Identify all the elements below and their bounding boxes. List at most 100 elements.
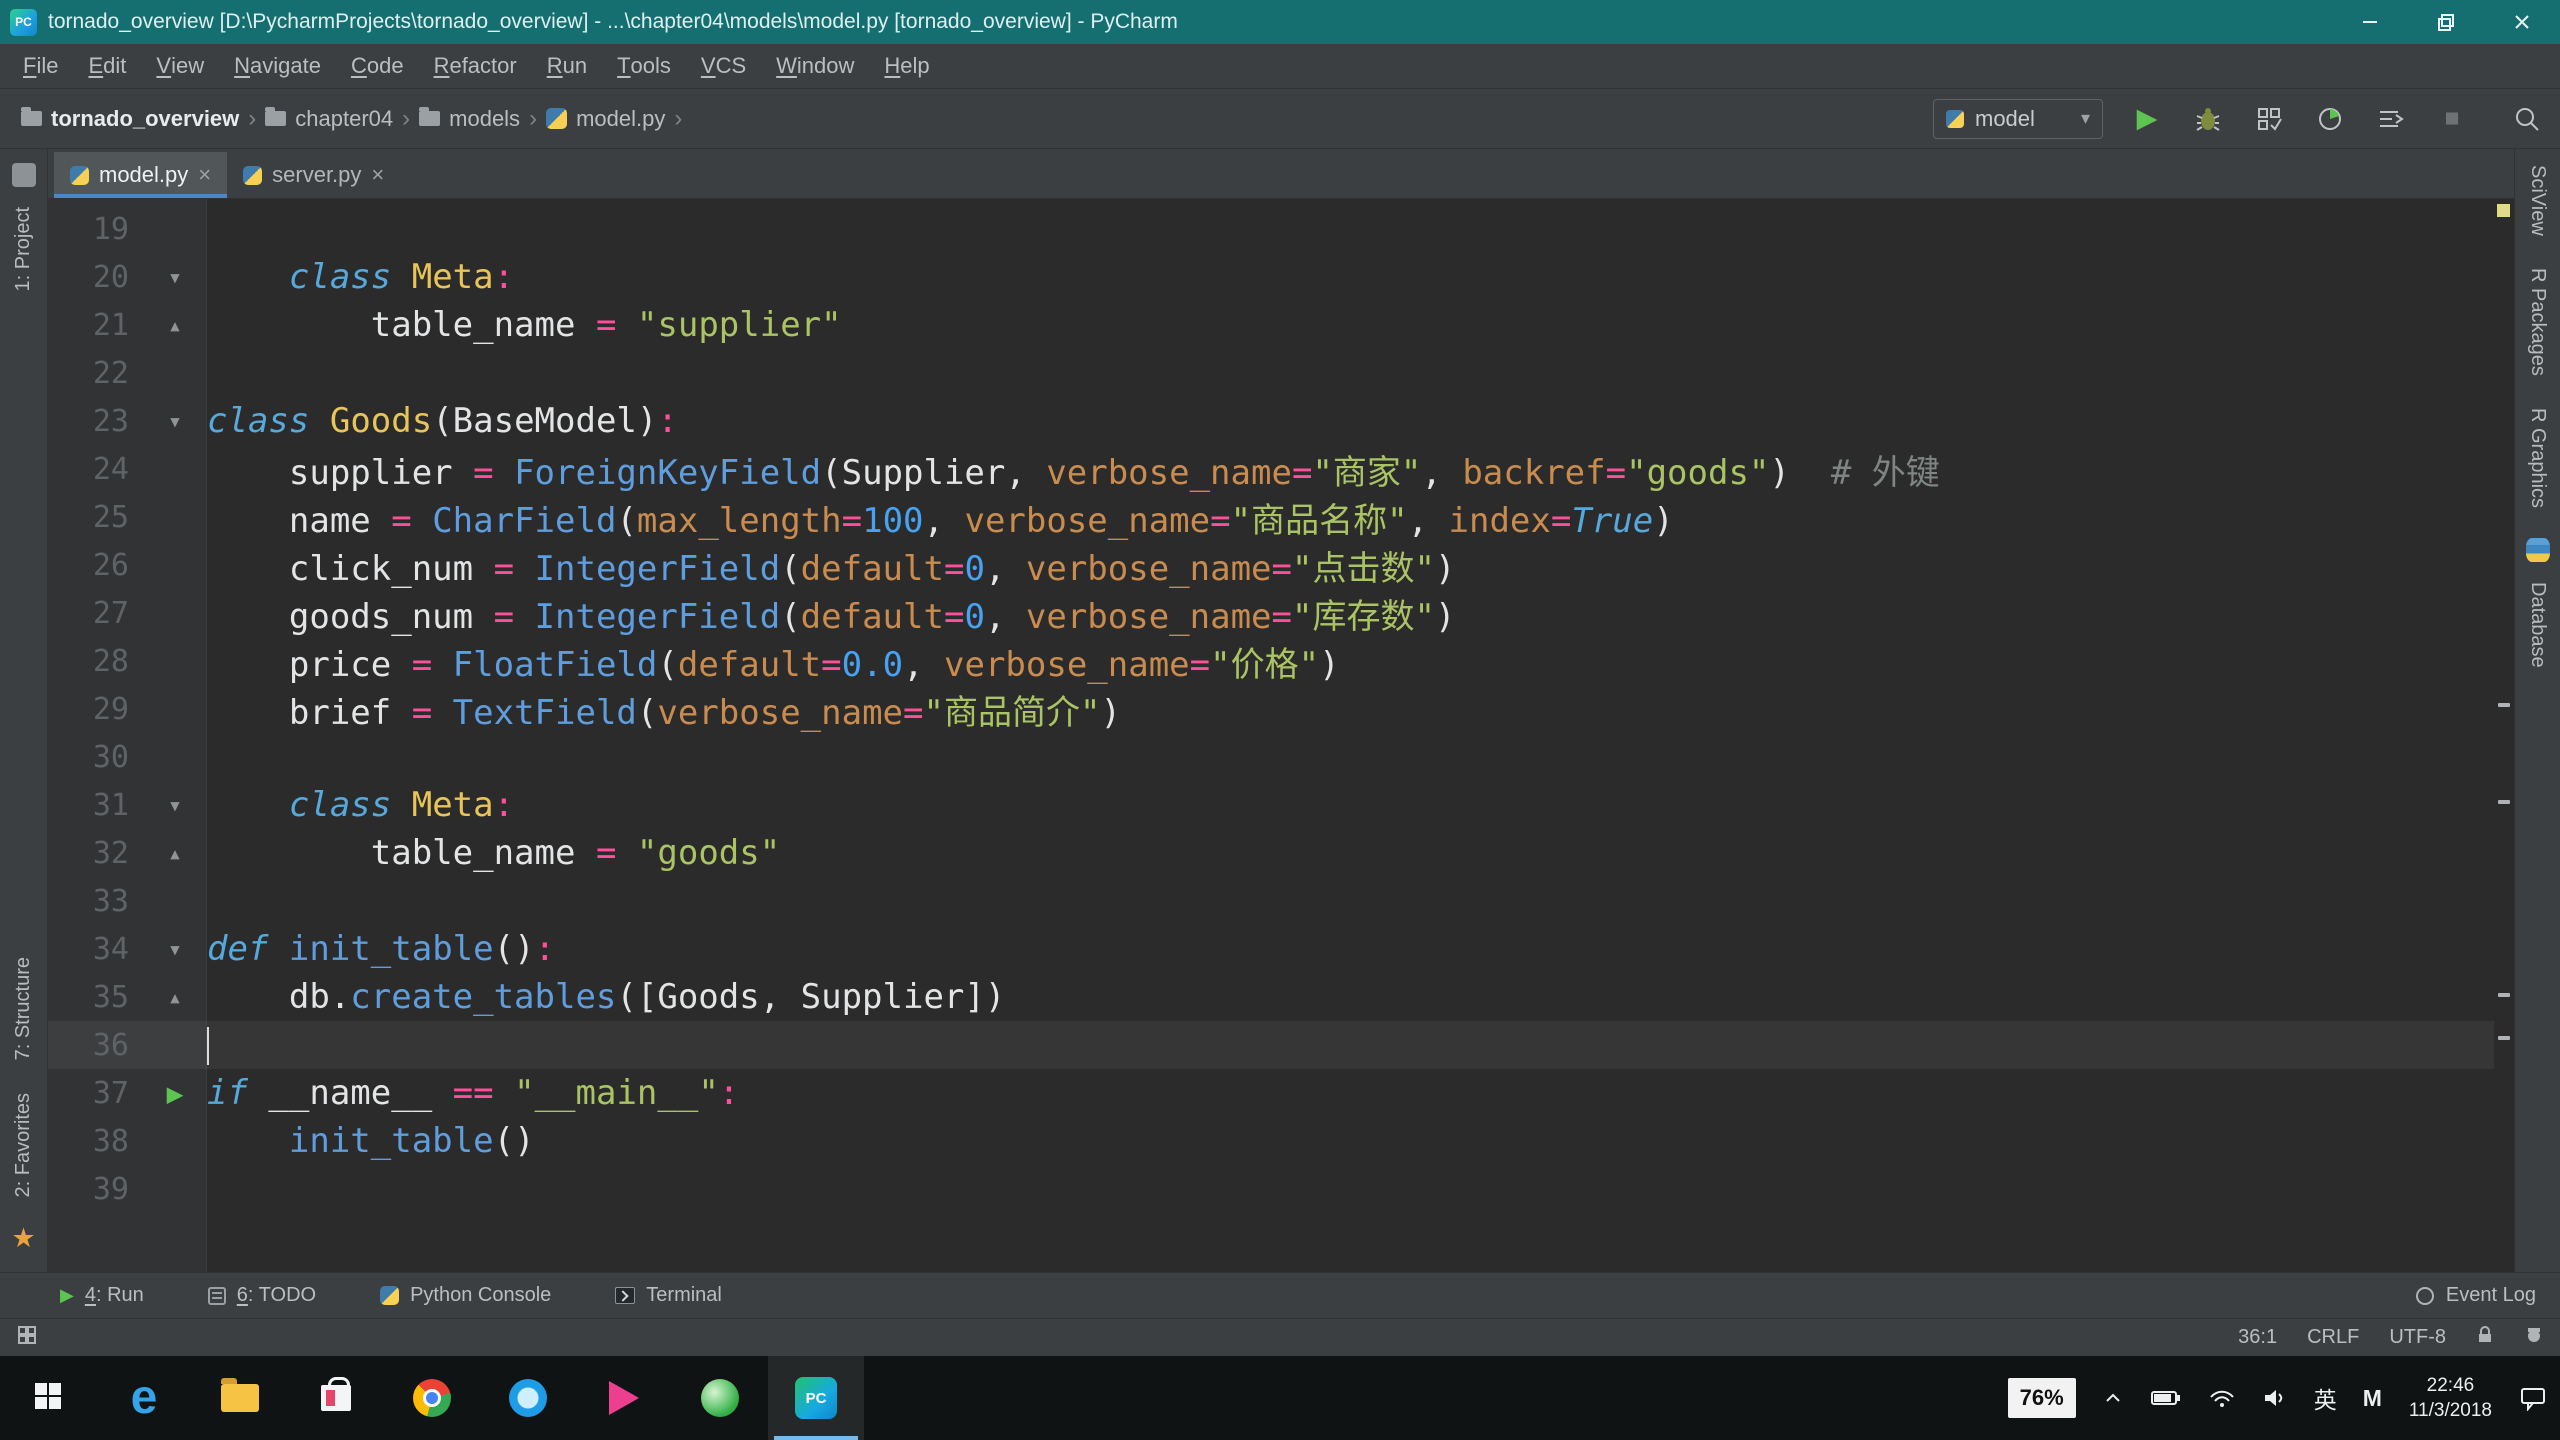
code-line-35[interactable]: 35▴ db.create_tables([Goods, Supplier]) xyxy=(48,973,2494,1021)
edge-taskbar-button[interactable]: e xyxy=(96,1356,192,1440)
run-button[interactable]: ▶ xyxy=(2130,102,2164,136)
menu-item-file[interactable]: File xyxy=(8,44,73,88)
menu-item-refactor[interactable]: Refactor xyxy=(419,44,532,88)
menu-item-vcs[interactable]: VCS xyxy=(686,44,761,88)
code-line-19[interactable]: 19 xyxy=(48,205,2494,253)
menu-item-run[interactable]: Run xyxy=(532,44,602,88)
battery-percentage[interactable]: 76% xyxy=(1995,1378,2089,1418)
fold-marker-icon[interactable]: ▾ xyxy=(143,407,207,435)
tool-button-structure[interactable]: 7: Structure xyxy=(12,941,35,1076)
concurrency-diagram-button[interactable] xyxy=(2374,102,2408,136)
code-line-39[interactable]: 39 xyxy=(48,1165,2494,1213)
toolwindow-todo[interactable]: 6: TODO xyxy=(208,1284,316,1307)
menu-item-tools[interactable]: Tools xyxy=(602,44,686,88)
toolwindow-terminal[interactable]: Terminal xyxy=(615,1284,722,1307)
scrollbar-stripe[interactable] xyxy=(2494,199,2514,1272)
fold-end-marker-icon[interactable]: ▴ xyxy=(143,311,207,339)
code-line-21[interactable]: 21▴ table_name = "supplier" xyxy=(48,301,2494,349)
network-tray-icon[interactable] xyxy=(2195,1386,2249,1410)
ime-mode-indicator[interactable]: M xyxy=(2350,1385,2395,1412)
code-line-32[interactable]: 32▴ table_name = "goods" xyxy=(48,829,2494,877)
code-line-25[interactable]: 25 name = CharField(max_length=100, verb… xyxy=(48,493,2494,541)
tool-button-database[interactable]: Database xyxy=(2526,566,2549,684)
menu-item-window[interactable]: Window xyxy=(761,44,869,88)
breadcrumb-item-model-py[interactable]: model.py xyxy=(543,106,668,132)
pink-arrow-taskbar-button[interactable] xyxy=(576,1356,672,1440)
run-config-select[interactable]: model ▾ xyxy=(1933,99,2103,139)
menu-item-navigate[interactable]: Navigate xyxy=(219,44,336,88)
code-area[interactable]: 1920▾ class Meta:21▴ table_name = "suppl… xyxy=(48,199,2494,1272)
line-number: 39 xyxy=(48,1172,143,1207)
breadcrumb-item-chapter04[interactable]: chapter04 xyxy=(262,106,396,132)
code-line-20[interactable]: 20▾ class Meta: xyxy=(48,253,2494,301)
code-line-27[interactable]: 27 goods_num = IntegerField(default=0, v… xyxy=(48,589,2494,637)
code-line-36[interactable]: 36 xyxy=(48,1021,2494,1069)
code-text: init_table() xyxy=(207,1121,2494,1161)
code-line-29[interactable]: 29 brief = TextField(verbose_name="商品简介"… xyxy=(48,685,2494,733)
code-line-23[interactable]: 23▾class Goods(BaseModel): xyxy=(48,397,2494,445)
code-line-34[interactable]: 34▾def init_table(): xyxy=(48,925,2494,973)
tool-button-project[interactable]: 1: Project xyxy=(12,191,35,307)
tool-button-sciview[interactable]: SciView xyxy=(2526,149,2549,252)
run-line-icon[interactable]: ▶ xyxy=(167,1077,184,1110)
tab-close-icon[interactable]: × xyxy=(198,162,211,188)
tab-model-py[interactable]: model.py × xyxy=(54,152,227,198)
code-line-37[interactable]: 37▶if __name__ == "__main__": xyxy=(48,1069,2494,1117)
code-line-24[interactable]: 24 supplier = ForeignKeyField(Supplier, … xyxy=(48,445,2494,493)
debug-button[interactable] xyxy=(2191,102,2225,136)
menu-item-help[interactable]: Help xyxy=(869,44,944,88)
breadcrumb-item-project[interactable]: tornado_overview xyxy=(18,106,242,132)
maximize-restore-button[interactable] xyxy=(2408,0,2484,44)
pycharm-taskbar-button[interactable]: PC xyxy=(768,1356,864,1440)
coverage-button[interactable] xyxy=(2252,102,2286,136)
fold-marker-icon[interactable]: ▾ xyxy=(143,935,207,963)
code-line-22[interactable]: 22 xyxy=(48,349,2494,397)
close-button[interactable] xyxy=(2484,0,2560,44)
menu-item-view[interactable]: View xyxy=(141,44,219,88)
readonly-lock-icon[interactable] xyxy=(2476,1325,2494,1351)
browser-blue-taskbar-button[interactable] xyxy=(480,1356,576,1440)
inspections-profile-icon[interactable] xyxy=(2524,1325,2544,1351)
input-language-indicator[interactable]: 英 xyxy=(2301,1381,2350,1415)
tool-button-r-packages[interactable]: R Packages xyxy=(2526,252,2549,392)
favorites-star-icon[interactable]: ★ xyxy=(11,1223,35,1254)
profiler-button[interactable] xyxy=(2313,102,2347,136)
tray-overflow-chevron[interactable] xyxy=(2089,1387,2137,1409)
code-line-33[interactable]: 33 xyxy=(48,877,2494,925)
volume-tray-icon[interactable] xyxy=(2249,1386,2301,1410)
battery-tray-icon[interactable] xyxy=(2137,1386,2195,1410)
project-tool-icon[interactable] xyxy=(12,163,36,187)
toolwindow-run[interactable]: ▶ 4: Run xyxy=(60,1284,144,1307)
fold-end-marker-icon[interactable]: ▴ xyxy=(143,839,207,867)
fold-end-marker-icon[interactable]: ▴ xyxy=(143,983,207,1011)
menu-item-code[interactable]: Code xyxy=(336,44,419,88)
store-taskbar-button[interactable] xyxy=(288,1356,384,1440)
code-line-31[interactable]: 31▾ class Meta: xyxy=(48,781,2494,829)
breadcrumb-item-models[interactable]: models xyxy=(416,106,523,132)
green-sphere-taskbar-button[interactable] xyxy=(672,1356,768,1440)
code-line-26[interactable]: 26 click_num = IntegerField(default=0, v… xyxy=(48,541,2494,589)
tool-button-r-graphics[interactable]: R Graphics xyxy=(2526,392,2549,524)
code-line-38[interactable]: 38 init_table() xyxy=(48,1117,2494,1165)
file-encoding[interactable]: UTF-8 xyxy=(2389,1326,2446,1349)
menu-item-edit[interactable]: Edit xyxy=(73,44,141,88)
taskbar-clock[interactable]: 22:46 11/3/2018 xyxy=(2395,1373,2506,1423)
action-center-button[interactable] xyxy=(2506,1385,2560,1411)
tool-button-favorites[interactable]: 2: Favorites xyxy=(12,1077,35,1213)
file-explorer-taskbar-button[interactable] xyxy=(192,1356,288,1440)
code-line-28[interactable]: 28 price = FloatField(default=0.0, verbo… xyxy=(48,637,2494,685)
event-log-button[interactable]: Event Log xyxy=(2414,1284,2536,1307)
fold-marker-icon[interactable]: ▾ xyxy=(143,263,207,291)
minimize-button[interactable] xyxy=(2332,0,2408,44)
search-everywhere-icon[interactable] xyxy=(2510,102,2544,136)
fold-marker-icon[interactable]: ▾ xyxy=(143,791,207,819)
code-line-30[interactable]: 30 xyxy=(48,733,2494,781)
toolwindow-toggle-icon[interactable] xyxy=(16,1324,38,1352)
chrome-taskbar-button[interactable] xyxy=(384,1356,480,1440)
line-separator[interactable]: CRLF xyxy=(2307,1326,2359,1349)
tab-server-py[interactable]: server.py × xyxy=(227,152,400,198)
start-button[interactable] xyxy=(0,1356,96,1440)
tab-close-icon[interactable]: × xyxy=(371,162,384,188)
toolwindow-python-console[interactable]: Python Console xyxy=(380,1284,551,1307)
caret-position[interactable]: 36:1 xyxy=(2238,1326,2277,1349)
